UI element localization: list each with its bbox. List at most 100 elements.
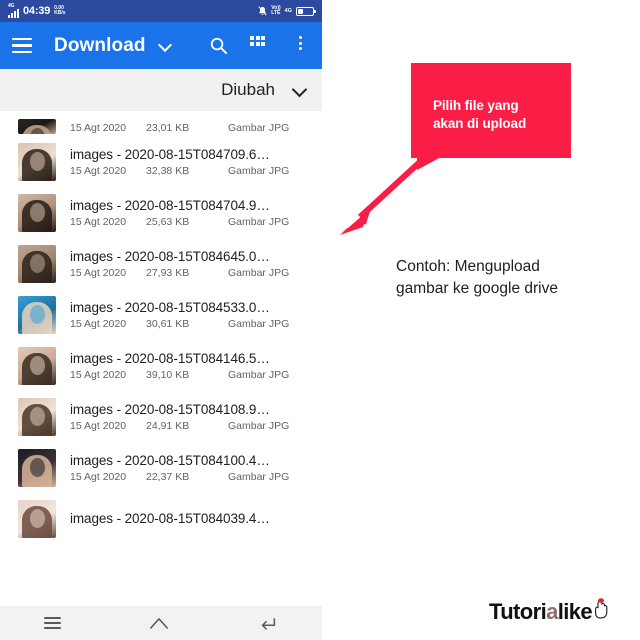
file-type: Gambar JPG: [228, 317, 290, 330]
callout-line-1: Pilih file yang: [433, 98, 519, 113]
file-meta: images - 2020-08-15T084533.0… 15 Agt 2020…: [70, 300, 322, 330]
volte-line2: LTE: [271, 10, 281, 16]
chevron-down-icon[interactable]: [293, 83, 308, 98]
file-size: 24,91 KB: [146, 419, 190, 432]
clock-label: 04:39: [23, 5, 51, 17]
file-list-item[interactable]: images - 2020-08-15T084100.4… 15 Agt 2020…: [0, 442, 322, 493]
file-name: images - 2020-08-15T084533.0…: [70, 299, 270, 315]
phone-screenshot-panel: 4G 04:39 0.00 KB/s Vo)) LTE 4G Download …: [0, 0, 322, 640]
file-subinfo: 15 Agt 2020 27,93 KB Gambar JPG: [70, 267, 322, 279]
file-type: Gambar JPG: [228, 164, 290, 177]
back-icon[interactable]: [258, 615, 278, 631]
watermark-logo: Tutori a like: [489, 598, 608, 625]
file-thumbnail: [18, 448, 56, 487]
file-name: images - 2020-08-15T084645.0…: [70, 248, 270, 264]
watermark-part-2: a: [546, 598, 558, 624]
callout-text: Pilih file yang akan di upload: [411, 63, 571, 133]
file-size: 39,10 KB: [146, 368, 190, 381]
file-meta: images - 2020-08-15T084645.0… 15 Agt 2020…: [70, 249, 322, 279]
file-list-item[interactable]: 15 Agt 2020 23,01 KB Gambar JPG: [0, 111, 322, 136]
file-name: images - 2020-08-15T084100.4…: [70, 452, 270, 468]
file-size: 32,38 KB: [146, 164, 190, 177]
file-list-item[interactable]: images - 2020-08-15T084709.6… 15 Agt 2020…: [0, 136, 322, 187]
file-name: images - 2020-08-15T084704.9…: [70, 197, 270, 213]
file-date: 15 Agt 2020: [70, 470, 127, 483]
file-subinfo: 15 Agt 2020 32,38 KB Gambar JPG: [70, 165, 322, 177]
file-list-item[interactable]: images - 2020-08-15T084108.9… 15 Agt 2020…: [0, 391, 322, 442]
file-size: 27,93 KB: [146, 266, 190, 279]
file-date: 15 Agt 2020: [70, 317, 127, 330]
file-thumbnail: [18, 119, 56, 134]
home-icon[interactable]: [149, 615, 169, 631]
file-list-item[interactable]: images - 2020-08-15T084039.4…: [0, 493, 322, 544]
file-type: Gambar JPG: [228, 470, 290, 483]
app-bar-title: Download: [54, 34, 146, 56]
callout-box: Pilih file yang akan di upload: [411, 63, 571, 158]
status-bar: 4G 04:39 0.00 KB/s Vo)) LTE 4G: [0, 0, 322, 22]
caption-text: Contoh: Mengupload gambar ke google driv…: [396, 256, 616, 299]
file-meta: images - 2020-08-15T084146.5… 15 Agt 2020…: [70, 351, 322, 381]
file-list-item[interactable]: images - 2020-08-15T084645.0… 15 Agt 2020…: [0, 238, 322, 289]
file-meta: 15 Agt 2020 23,01 KB Gambar JPG: [70, 119, 322, 134]
file-list-item[interactable]: images - 2020-08-15T084704.9… 15 Agt 2020…: [0, 187, 322, 238]
file-list-item[interactable]: images - 2020-08-15T084146.5… 15 Agt 2020…: [0, 340, 322, 391]
sort-label: Diubah: [221, 80, 275, 99]
arrow-down-left-icon: [340, 146, 437, 235]
file-date: 15 Agt 2020: [70, 419, 127, 432]
volte-icon: Vo)) LTE: [271, 6, 280, 16]
file-list[interactable]: 15 Agt 2020 23,01 KB Gambar JPG images - 20…: [0, 111, 322, 544]
status-bar-right: Vo)) LTE 4G: [258, 6, 316, 16]
search-icon[interactable]: [209, 36, 228, 55]
pointing-hand-icon: [593, 598, 608, 625]
file-name: images - 2020-08-15T084146.5…: [70, 350, 270, 366]
file-type: Gambar JPG: [228, 368, 290, 381]
sort-bar[interactable]: Diubah: [0, 69, 322, 111]
file-size: 22,37 KB: [146, 470, 190, 483]
data-speed-unit: KB/s: [54, 10, 66, 16]
file-type: Gambar JPG: [228, 419, 290, 432]
network-badge-label: 4G: [284, 8, 292, 14]
file-list-item[interactable]: images - 2020-08-15T084533.0… 15 Agt 2020…: [0, 289, 322, 340]
file-thumbnail: [18, 193, 56, 232]
chevron-down-icon[interactable]: [159, 39, 172, 52]
file-thumbnail: [18, 499, 56, 538]
file-subinfo: 15 Agt 2020 23,01 KB Gambar JPG: [70, 122, 322, 134]
file-thumbnail: [18, 346, 56, 385]
file-type: Gambar JPG: [228, 266, 290, 279]
file-date: 15 Agt 2020: [70, 122, 127, 134]
hamburger-menu-icon[interactable]: [12, 37, 32, 54]
battery-icon: [296, 6, 316, 16]
caption-line-2: gambar ke google drive: [396, 279, 558, 297]
file-size: 30,61 KB: [146, 317, 190, 330]
file-name: images - 2020-08-15T084108.9…: [70, 401, 270, 417]
status-bar-left: 4G 04:39 0.00 KB/s: [8, 4, 66, 18]
app-bar-actions: [209, 36, 310, 55]
file-date: 15 Agt 2020: [70, 215, 127, 228]
caption-line-1: Contoh: Mengupload: [396, 258, 540, 275]
file-meta: images - 2020-08-15T084709.6… 15 Agt 2020…: [70, 147, 322, 177]
file-size: 25,63 KB: [146, 215, 190, 228]
recents-icon[interactable]: [44, 617, 62, 629]
file-meta: images - 2020-08-15T084039.4…: [70, 511, 322, 526]
file-date: 15 Agt 2020: [70, 164, 127, 177]
file-thumbnail: [18, 244, 56, 283]
watermark-part-3: like: [557, 598, 593, 624]
file-subinfo: 15 Agt 2020 25,63 KB Gambar JPG: [70, 216, 322, 228]
file-meta: images - 2020-08-15T084108.9… 15 Agt 2020…: [70, 402, 322, 432]
file-thumbnail: [18, 397, 56, 436]
file-meta: images - 2020-08-15T084100.4… 15 Agt 2020…: [70, 453, 322, 483]
file-subinfo: 15 Agt 2020 24,91 KB Gambar JPG: [70, 420, 322, 432]
file-name: images - 2020-08-15T084709.6…: [70, 146, 270, 162]
file-subinfo: 15 Agt 2020 39,10 KB Gambar JPG: [70, 369, 322, 381]
android-navigation-bar: [0, 606, 322, 640]
file-type: Gambar JPG: [228, 122, 290, 134]
more-vertical-icon[interactable]: [291, 36, 310, 55]
callout-line-2: akan di upload: [433, 116, 527, 132]
app-bar: Download: [0, 22, 322, 69]
grid-view-icon[interactable]: [250, 36, 269, 55]
file-date: 15 Agt 2020: [70, 266, 127, 279]
file-subinfo: 15 Agt 2020 22,37 KB Gambar JPG: [70, 471, 322, 483]
file-type: Gambar JPG: [228, 215, 290, 228]
bell-muted-icon: [258, 6, 267, 16]
file-subinfo: 15 Agt 2020 30,61 KB Gambar JPG: [70, 318, 322, 330]
